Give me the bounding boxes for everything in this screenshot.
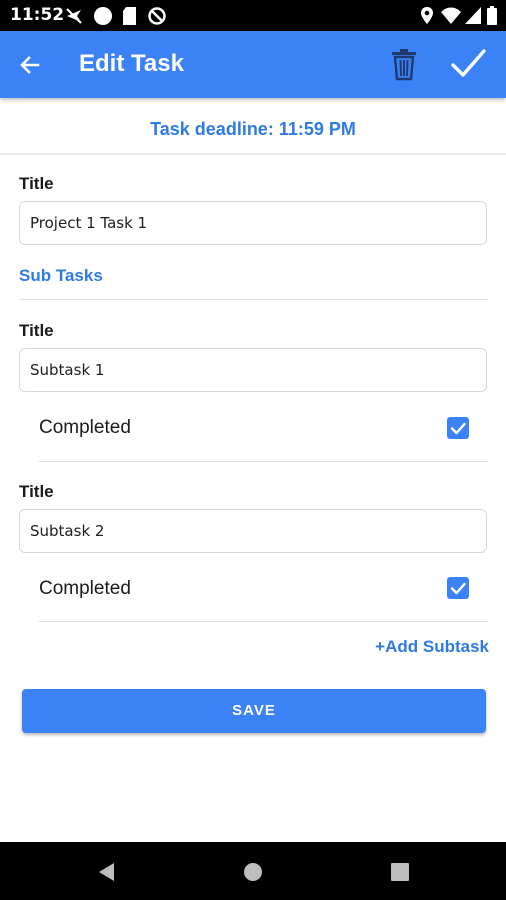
subtask-title-label: Title [19,321,54,340]
recents-square-icon[interactable] [390,861,410,883]
add-subtask-button[interactable]: +Add Subtask [375,637,489,657]
status-time: 11:52 [10,5,65,25]
no-signal-icon [148,7,166,25]
page-title: Edit Task [79,50,184,77]
task-title-input[interactable]: Project 1 Task 1 [19,201,487,245]
airplane-silent-icon [66,8,82,24]
home-circle-icon[interactable] [243,861,263,883]
check-icon [451,49,486,77]
edit-task-screen: 11:52 Edit Task Task deadline: 11:59 PM … [0,0,506,900]
trash-icon [392,49,416,81]
back-button[interactable] [16,51,44,79]
navigation-bar [0,842,506,900]
battery-icon [487,6,497,25]
task-title-label: Title [19,174,54,193]
divider [39,461,488,462]
subtask-title-input[interactable]: Subtask 1 [19,348,487,392]
status-bar: 11:52 [0,0,506,31]
signal-icon [465,7,481,24]
subtask-title-input[interactable]: Subtask 2 [19,509,487,553]
divider [39,621,488,622]
location-icon [421,7,433,24]
checkmark-icon [450,582,466,595]
divider [19,299,488,300]
delete-task-button[interactable] [388,47,420,81]
wifi-icon [441,7,461,24]
completed-label: Completed [39,578,131,599]
app-bar: Edit Task [0,31,506,98]
save-button[interactable]: SAVE [22,689,486,733]
circle-dot-icon [94,7,112,25]
completed-label: Completed [39,417,131,438]
divider [0,153,506,155]
completed-checkbox[interactable] [447,577,469,599]
subtasks-header: Sub Tasks [19,266,103,285]
completed-checkbox[interactable] [447,417,469,439]
task-deadline[interactable]: Task deadline: 11:59 PM [0,117,506,141]
sd-card-icon [123,7,136,25]
subtask-title-label: Title [19,482,54,501]
arrow-left-icon [20,56,40,74]
confirm-button[interactable] [448,45,488,83]
back-triangle-icon[interactable] [96,861,116,883]
checkmark-icon [450,422,466,435]
